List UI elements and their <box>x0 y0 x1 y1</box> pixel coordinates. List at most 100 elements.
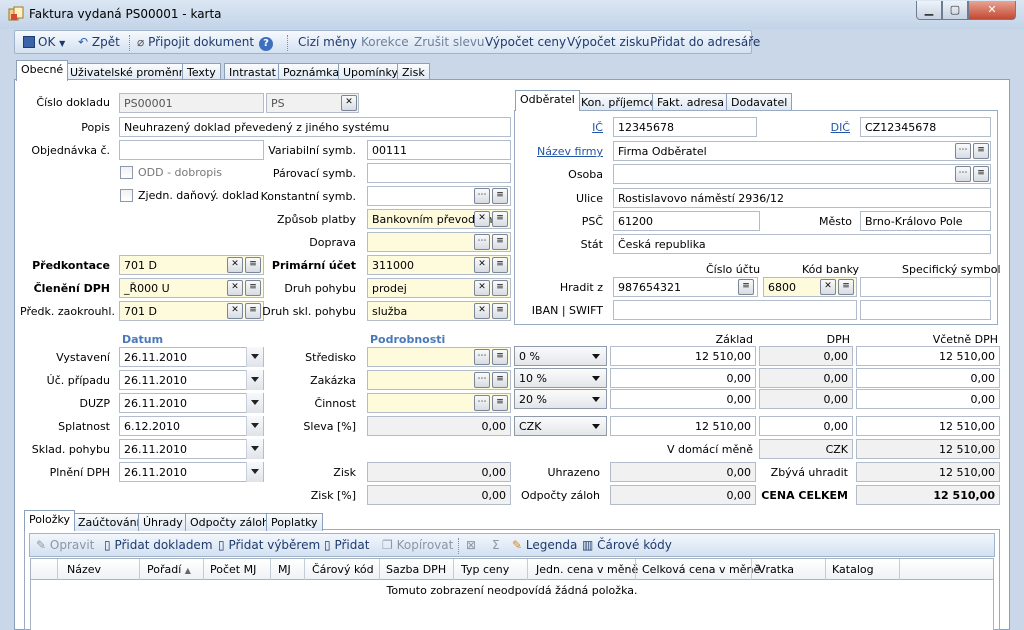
copy-button[interactable]: ❐ Kopírovat <box>382 538 453 552</box>
ellipsis-icon[interactable]: ⋯ <box>955 143 971 159</box>
account-field[interactable]: 987654321 <box>613 277 758 297</box>
items-grid-body[interactable]: Tomuto zobrazení neodpovídá žádná položk… <box>30 580 994 630</box>
add-button[interactable]: ▯ Přidat <box>324 538 369 552</box>
tab-fees[interactable]: Poplatky <box>266 513 323 531</box>
tab-general[interactable]: Obecné <box>16 60 69 81</box>
column-header-order[interactable]: Pořadí ▲ <box>147 563 191 576</box>
base-field[interactable]: 0,00 <box>610 368 756 388</box>
ellipsis-icon[interactable]: ⋯ <box>955 166 971 182</box>
vat-field[interactable]: 0,00 <box>759 389 853 409</box>
simplified-tax-doc-checkbox[interactable] <box>120 189 133 202</box>
chevron-down-icon[interactable] <box>246 462 263 482</box>
var-symbol-field[interactable]: 00111 <box>367 140 511 160</box>
specific-symbol-field[interactable] <box>860 277 991 297</box>
ellipsis-icon[interactable]: ⋯ <box>474 188 490 204</box>
column-header-vat-rate[interactable]: Sazba DPH <box>386 563 446 576</box>
vat-rate-select[interactable]: 10 % <box>514 368 607 388</box>
help-button[interactable]: ? <box>259 35 273 51</box>
add-by-document-button[interactable]: ▯ Přidat dokladem <box>104 538 213 552</box>
dic-field[interactable]: CZ12345678 <box>860 117 991 137</box>
clear-icon[interactable]: ✕ <box>227 257 243 273</box>
company-name-link[interactable]: Název firmy <box>520 145 603 158</box>
list-icon[interactable]: ≡ <box>492 234 508 250</box>
ic-link[interactable]: IČ <box>560 121 603 134</box>
list-icon[interactable]: ≡ <box>492 303 508 319</box>
list-icon[interactable]: ≡ <box>492 211 508 227</box>
tab-payments[interactable]: Úhrady <box>138 513 188 531</box>
list-icon[interactable]: ≡ <box>492 257 508 273</box>
list-icon[interactable]: ≡ <box>245 257 261 273</box>
list-icon[interactable]: ≡ <box>492 280 508 296</box>
pair-symbol-field[interactable] <box>367 163 511 183</box>
correction-button[interactable]: Korekce <box>361 35 409 49</box>
vat-rate-select[interactable]: 0 % <box>514 346 607 366</box>
column-header-unit-price[interactable]: Jedn. cena v měně <box>536 563 638 576</box>
doc-number-field[interactable]: PS00001 <box>119 93 264 113</box>
chevron-down-icon[interactable] <box>246 439 263 459</box>
chevron-down-icon[interactable] <box>246 347 263 367</box>
list-icon[interactable]: ≡ <box>492 372 508 388</box>
edit-button[interactable]: ✎ Opravit <box>36 538 94 552</box>
calc-prices-button[interactable]: Výpočet ceny <box>485 35 566 49</box>
ellipsis-icon[interactable]: ⋯ <box>474 349 490 365</box>
vat-rate-select[interactable]: 20 % <box>514 389 607 409</box>
column-header-price-type[interactable]: Typ ceny <box>461 563 509 576</box>
list-icon[interactable]: ≡ <box>245 303 261 319</box>
tab-advance-deductions[interactable]: Odpočty záloh <box>185 513 274 531</box>
due-date-field[interactable]: 6.12.2010 <box>119 416 264 436</box>
clear-icon[interactable]: ✕ <box>227 280 243 296</box>
clear-icon[interactable]: ✕ <box>474 280 490 296</box>
column-header-returnable[interactable]: Vratka <box>758 563 794 576</box>
tab-items[interactable]: Položky <box>24 510 76 531</box>
order-field[interactable] <box>119 140 264 160</box>
incl-vat-field[interactable]: 0,00 <box>856 368 1000 388</box>
stock-date-field[interactable]: 26.11.2010 <box>119 439 264 459</box>
clear-icon[interactable]: ✕ <box>474 257 490 273</box>
minimize-button[interactable]: ▁ <box>916 1 942 20</box>
clear-icon[interactable]: ✕ <box>227 303 243 319</box>
incl-vat-field[interactable]: 12 510,00 <box>856 346 1000 366</box>
attach-document-button[interactable]: ⌀ Připojit dokument <box>137 35 254 49</box>
tab-recipient[interactable]: Kon. příjemce <box>576 93 662 111</box>
legend-button[interactable]: ✎ Legenda <box>512 538 577 552</box>
discount-field[interactable]: 0,00 <box>367 416 511 436</box>
close-button[interactable]: ✕ <box>968 1 1016 20</box>
ok-button[interactable]: OK ▼ <box>23 35 65 49</box>
vat-fulfil-date-field[interactable]: 26.11.2010 <box>119 462 264 482</box>
list-icon[interactable]: ≡ <box>738 279 754 295</box>
duzp-date-field[interactable]: 26.11.2010 <box>119 393 264 413</box>
tab-billing-address[interactable]: Fakt. adresa <box>652 93 729 111</box>
street-field[interactable]: Rostislavovo náměstí 2936/12 <box>613 188 991 208</box>
column-header-name[interactable]: Název <box>67 563 101 576</box>
zip-field[interactable]: 61200 <box>613 211 760 231</box>
country-field[interactable]: Česká republika <box>613 234 991 254</box>
base-field[interactable]: 0,00 <box>610 389 756 409</box>
incl-vat-field[interactable]: 0,00 <box>856 389 1000 409</box>
list-icon[interactable]: ≡ <box>973 143 989 159</box>
odd-credit-note-checkbox[interactable] <box>120 166 133 179</box>
list-icon[interactable]: ≡ <box>492 349 508 365</box>
company-name-field[interactable]: Firma Odběratel <box>613 141 991 161</box>
swift-field[interactable] <box>860 300 991 320</box>
person-field[interactable] <box>613 164 991 184</box>
list-icon[interactable]: ≡ <box>245 280 261 296</box>
column-header-quantity[interactable]: Počet MJ <box>210 563 256 576</box>
ellipsis-icon[interactable]: ⋯ <box>474 395 490 411</box>
description-field[interactable]: Neuhrazený doklad převedený z jiného sys… <box>119 117 511 137</box>
issued-date-field[interactable]: 26.11.2010 <box>119 347 264 367</box>
add-by-selection-button[interactable]: ▯ Přidat výběrem <box>218 538 320 552</box>
delete-icon[interactable]: ⊠ <box>466 538 476 552</box>
list-icon[interactable]: ≡ <box>973 166 989 182</box>
add-to-addressbook-button[interactable]: Přidat do adresáře <box>650 35 760 49</box>
column-header-unit[interactable]: MJ <box>278 563 291 576</box>
foreign-currency-button[interactable]: Cizí měny <box>298 35 357 49</box>
accounting-date-field[interactable]: 26.11.2010 <box>119 370 264 390</box>
sum-button[interactable]: Σ <box>492 538 500 552</box>
iban-field[interactable] <box>613 300 857 320</box>
vat-field[interactable]: 0,00 <box>759 368 853 388</box>
barcodes-button[interactable]: ▥ Čárové kódy <box>582 538 672 552</box>
tab-customer[interactable]: Odběratel <box>515 90 580 111</box>
dic-link[interactable]: DIČ <box>800 121 850 134</box>
column-header-total-price[interactable]: Celková cena v měně <box>642 563 760 576</box>
back-button[interactable]: ↶ Zpět <box>78 35 120 49</box>
